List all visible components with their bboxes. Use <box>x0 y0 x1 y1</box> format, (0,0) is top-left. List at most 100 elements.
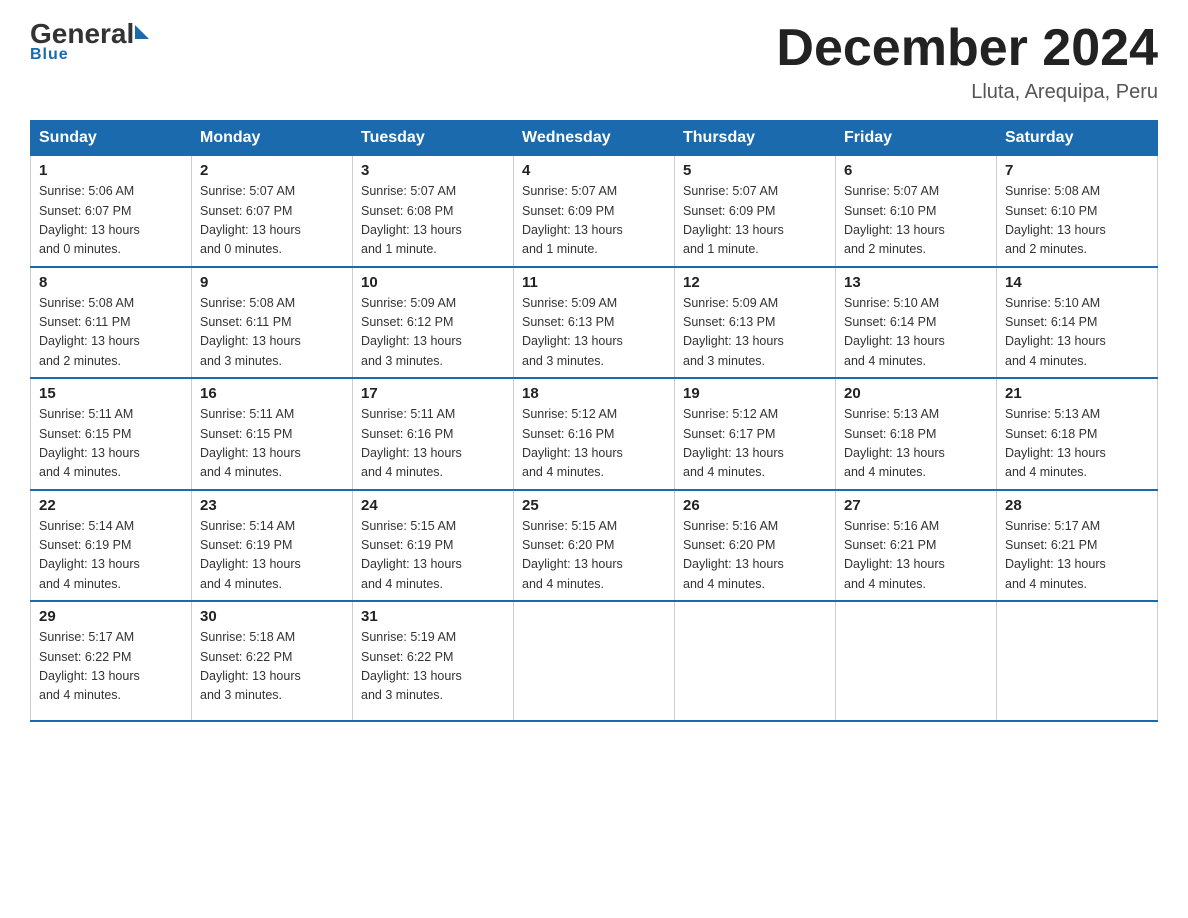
day-number: 2 <box>200 162 344 179</box>
calendar-week-row: 1 Sunrise: 5:06 AMSunset: 6:07 PMDaylight… <box>31 156 1158 267</box>
calendar-cell: 16Sunrise: 5:11 AMSunset: 6:15 PMDayligh… <box>192 378 353 490</box>
day-number: 23 <box>200 497 344 514</box>
calendar-cell: 22 Sunrise: 5:14 AMSunset: 6:19 PMDayligh… <box>31 490 192 602</box>
day-number: 7 <box>1005 162 1149 179</box>
calendar-week-row: 29Sunrise: 5:17 AMSunset: 6:22 PMDayligh… <box>31 601 1158 721</box>
calendar-header-thursday: Thursday <box>675 121 836 156</box>
month-title: December 2024 <box>776 20 1158 77</box>
calendar-cell <box>675 601 836 721</box>
calendar-cell <box>836 601 997 721</box>
day-number: 31 <box>361 608 505 625</box>
calendar-header-row: SundayMondayTuesdayWednesdayThursdayFrid… <box>31 121 1158 156</box>
day-number: 3 <box>361 162 505 179</box>
calendar-cell: 11 Sunrise: 5:09 AMSunset: 6:13 PMDayligh… <box>514 267 675 379</box>
calendar-cell <box>997 601 1158 721</box>
calendar-header-saturday: Saturday <box>997 121 1158 156</box>
day-info: Sunrise: 5:16 AMSunset: 6:21 PMDaylight:… <box>844 517 988 595</box>
calendar-cell: 30 Sunrise: 5:18 AMSunset: 6:22 PMDayligh… <box>192 601 353 721</box>
title-block: December 2024 Lluta, Arequipa, Peru <box>776 20 1158 104</box>
day-info: Sunrise: 5:19 AMSunset: 6:22 PMDaylight:… <box>361 628 505 706</box>
day-number: 22 <box>39 497 183 514</box>
page-header: General Blue December 2024 Lluta, Arequi… <box>30 20 1158 104</box>
day-info: Sunrise: 5:09 AMSunset: 6:13 PMDaylight:… <box>683 294 827 372</box>
day-number: 6 <box>844 162 988 179</box>
calendar-cell: 21Sunrise: 5:13 AMSunset: 6:18 PMDayligh… <box>997 378 1158 490</box>
day-number: 20 <box>844 385 988 402</box>
day-info: Sunrise: 5:18 AMSunset: 6:22 PMDaylight:… <box>200 628 344 706</box>
calendar-header-sunday: Sunday <box>31 121 192 156</box>
day-info: Sunrise: 5:09 AMSunset: 6:13 PMDaylight:… <box>522 294 666 372</box>
logo-underline: Blue <box>30 46 69 64</box>
calendar-header-tuesday: Tuesday <box>353 121 514 156</box>
calendar-cell: 9 Sunrise: 5:08 AMSunset: 6:11 PMDaylight… <box>192 267 353 379</box>
day-number: 1 <box>39 162 183 179</box>
day-info: Sunrise: 5:10 AMSunset: 6:14 PMDaylight:… <box>844 294 988 372</box>
day-number: 26 <box>683 497 827 514</box>
day-info: Sunrise: 5:13 AMSunset: 6:18 PMDaylight:… <box>1005 405 1149 483</box>
day-number: 8 <box>39 274 183 291</box>
calendar-cell: 25Sunrise: 5:15 AMSunset: 6:20 PMDayligh… <box>514 490 675 602</box>
day-info: Sunrise: 5:08 AMSunset: 6:10 PMDaylight:… <box>1005 182 1149 260</box>
day-info: Sunrise: 5:07 AMSunset: 6:09 PMDaylight:… <box>522 182 666 260</box>
day-number: 4 <box>522 162 666 179</box>
day-number: 11 <box>522 274 666 291</box>
calendar-cell: 10Sunrise: 5:09 AMSunset: 6:12 PMDayligh… <box>353 267 514 379</box>
day-info: Sunrise: 5:12 AMSunset: 6:17 PMDaylight:… <box>683 405 827 483</box>
calendar-cell: 26 Sunrise: 5:16 AMSunset: 6:20 PMDayligh… <box>675 490 836 602</box>
day-info: Sunrise: 5:16 AMSunset: 6:20 PMDaylight:… <box>683 517 827 595</box>
calendar-cell: 28Sunrise: 5:17 AMSunset: 6:21 PMDayligh… <box>997 490 1158 602</box>
day-info: Sunrise: 5:06 AMSunset: 6:07 PMDaylight:… <box>39 182 183 260</box>
calendar-week-row: 15 Sunrise: 5:11 AMSunset: 6:15 PMDayligh… <box>31 378 1158 490</box>
calendar-cell: 5Sunrise: 5:07 AMSunset: 6:09 PMDaylight… <box>675 156 836 267</box>
day-info: Sunrise: 5:15 AMSunset: 6:20 PMDaylight:… <box>522 517 666 595</box>
calendar-cell: 24 Sunrise: 5:15 AMSunset: 6:19 PMDayligh… <box>353 490 514 602</box>
calendar-cell: 8Sunrise: 5:08 AMSunset: 6:11 PMDaylight… <box>31 267 192 379</box>
day-info: Sunrise: 5:11 AMSunset: 6:15 PMDaylight:… <box>39 405 183 483</box>
calendar-cell: 15 Sunrise: 5:11 AMSunset: 6:15 PMDayligh… <box>31 378 192 490</box>
day-info: Sunrise: 5:07 AMSunset: 6:08 PMDaylight:… <box>361 182 505 260</box>
calendar-week-row: 8 Sunrise: 5:08 AMSunset: 6:11 PMDaylight… <box>31 267 1158 379</box>
day-info: Sunrise: 5:07 AMSunset: 6:10 PMDaylight:… <box>844 182 988 260</box>
calendar-cell <box>514 601 675 721</box>
day-info: Sunrise: 5:15 AMSunset: 6:19 PMDaylight:… <box>361 517 505 595</box>
calendar-cell: 29Sunrise: 5:17 AMSunset: 6:22 PMDayligh… <box>31 601 192 721</box>
calendar-week-row: 22 Sunrise: 5:14 AMSunset: 6:19 PMDayligh… <box>31 490 1158 602</box>
calendar-cell: 4 Sunrise: 5:07 AMSunset: 6:09 PMDaylight… <box>514 156 675 267</box>
day-number: 18 <box>522 385 666 402</box>
day-info: Sunrise: 5:13 AMSunset: 6:18 PMDaylight:… <box>844 405 988 483</box>
day-info: Sunrise: 5:17 AMSunset: 6:21 PMDaylight:… <box>1005 517 1149 595</box>
calendar-cell: 1 Sunrise: 5:06 AMSunset: 6:07 PMDaylight… <box>31 156 192 267</box>
day-number: 15 <box>39 385 183 402</box>
day-number: 14 <box>1005 274 1149 291</box>
location-label: Lluta, Arequipa, Peru <box>776 81 1158 104</box>
day-number: 9 <box>200 274 344 291</box>
calendar-cell: 6 Sunrise: 5:07 AMSunset: 6:10 PMDaylight… <box>836 156 997 267</box>
calendar-cell: 13Sunrise: 5:10 AMSunset: 6:14 PMDayligh… <box>836 267 997 379</box>
calendar-cell: 3 Sunrise: 5:07 AMSunset: 6:08 PMDaylight… <box>353 156 514 267</box>
calendar-cell: 17 Sunrise: 5:11 AMSunset: 6:16 PMDayligh… <box>353 378 514 490</box>
calendar-cell: 20 Sunrise: 5:13 AMSunset: 6:18 PMDayligh… <box>836 378 997 490</box>
day-info: Sunrise: 5:14 AMSunset: 6:19 PMDaylight:… <box>200 517 344 595</box>
day-number: 30 <box>200 608 344 625</box>
day-number: 12 <box>683 274 827 291</box>
day-number: 19 <box>683 385 827 402</box>
day-info: Sunrise: 5:10 AMSunset: 6:14 PMDaylight:… <box>1005 294 1149 372</box>
day-number: 24 <box>361 497 505 514</box>
day-info: Sunrise: 5:08 AMSunset: 6:11 PMDaylight:… <box>200 294 344 372</box>
day-info: Sunrise: 5:11 AMSunset: 6:16 PMDaylight:… <box>361 405 505 483</box>
day-info: Sunrise: 5:11 AMSunset: 6:15 PMDaylight:… <box>200 405 344 483</box>
logo-arrow-icon <box>135 25 149 39</box>
day-number: 5 <box>683 162 827 179</box>
day-info: Sunrise: 5:12 AMSunset: 6:16 PMDaylight:… <box>522 405 666 483</box>
day-number: 17 <box>361 385 505 402</box>
calendar-cell: 18 Sunrise: 5:12 AMSunset: 6:16 PMDayligh… <box>514 378 675 490</box>
calendar-cell: 23 Sunrise: 5:14 AMSunset: 6:19 PMDayligh… <box>192 490 353 602</box>
day-info: Sunrise: 5:17 AMSunset: 6:22 PMDaylight:… <box>39 628 183 706</box>
day-number: 27 <box>844 497 988 514</box>
day-info: Sunrise: 5:07 AMSunset: 6:07 PMDaylight:… <box>200 182 344 260</box>
calendar-cell: 7 Sunrise: 5:08 AMSunset: 6:10 PMDaylight… <box>997 156 1158 267</box>
logo-general-text: General <box>30 20 134 48</box>
calendar-cell: 2 Sunrise: 5:07 AMSunset: 6:07 PMDaylight… <box>192 156 353 267</box>
day-info: Sunrise: 5:09 AMSunset: 6:12 PMDaylight:… <box>361 294 505 372</box>
day-info: Sunrise: 5:14 AMSunset: 6:19 PMDaylight:… <box>39 517 183 595</box>
